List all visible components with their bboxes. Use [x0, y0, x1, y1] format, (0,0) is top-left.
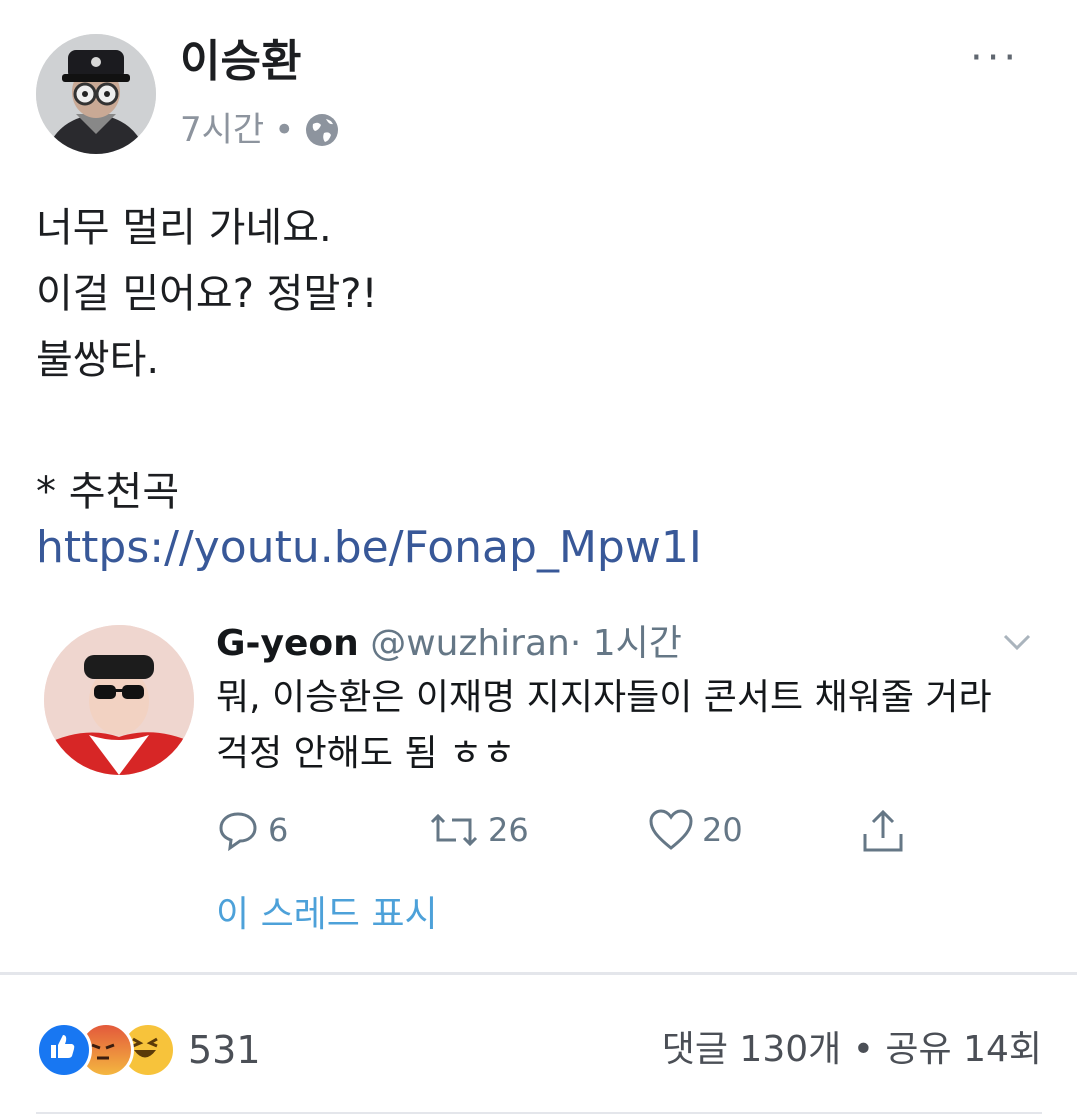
tweet-time: · 1시간	[569, 623, 682, 664]
post-line: 너무 멀리 가네요.	[36, 205, 332, 251]
section-divider	[0, 972, 1077, 975]
author-name[interactable]: 이승환	[180, 36, 301, 88]
tweet-author-name[interactable]: G-yeon	[216, 623, 359, 664]
reply-action[interactable]: 6	[216, 808, 288, 852]
post-line	[36, 393, 378, 459]
post-line: 불쌍타.	[36, 337, 160, 383]
post-message: 너무 멀리 가네요. 이걸 믿어요? 정말?! 불쌍타. * 추천곡	[36, 195, 378, 525]
tweet-handle[interactable]: @wuzhiran	[370, 623, 570, 664]
post-meta: 7시간 •	[180, 108, 340, 152]
tweet-text: 뭐, 이승환은 이재명 지지자들이 콘서트 채워줄 거라 걱정 안해도 됨 ㅎㅎ	[216, 677, 992, 774]
tweet-author-photo	[44, 625, 194, 775]
youtube-link[interactable]: https://youtu.be/Fonap_Mpw1I	[36, 518, 702, 578]
retweet-action[interactable]: 26	[428, 808, 529, 852]
heart-icon	[649, 809, 693, 850]
meta-separator: •	[274, 110, 295, 150]
post-line: 이걸 믿어요? 정말?!	[36, 271, 378, 317]
like-count: 20	[702, 811, 743, 849]
share-icon	[863, 809, 903, 852]
globe-icon	[306, 114, 339, 146]
retweet-icon	[430, 813, 478, 847]
post-line: * 추천곡	[36, 469, 180, 515]
footer-divider	[36, 1112, 1042, 1114]
show-thread-link[interactable]: 이 스레드 표시	[216, 890, 438, 940]
reply-count: 6	[268, 811, 289, 849]
comments-shares-count[interactable]: 댓글 130개 • 공유 14회	[662, 1022, 1042, 1078]
like-action[interactable]: 20	[648, 808, 743, 852]
more-options-button[interactable]: ···	[970, 38, 1020, 78]
share-action[interactable]	[860, 808, 906, 854]
tweet-avatar[interactable]	[44, 625, 194, 775]
reaction-count: 531	[188, 1028, 261, 1072]
retweet-count: 26	[488, 811, 529, 849]
reactions-summary[interactable]: 531	[36, 1022, 261, 1078]
chevron-down-icon[interactable]	[1002, 632, 1032, 656]
tweet-header: G-yeon @wuzhiran· 1시간	[216, 618, 682, 670]
author-avatar[interactable]	[36, 34, 156, 154]
like-icon	[36, 1022, 92, 1078]
author-photo	[36, 34, 156, 154]
tweet-actions: 6 26 20	[216, 808, 936, 868]
reply-icon	[219, 812, 257, 852]
post-time[interactable]: 7시간	[180, 108, 264, 152]
